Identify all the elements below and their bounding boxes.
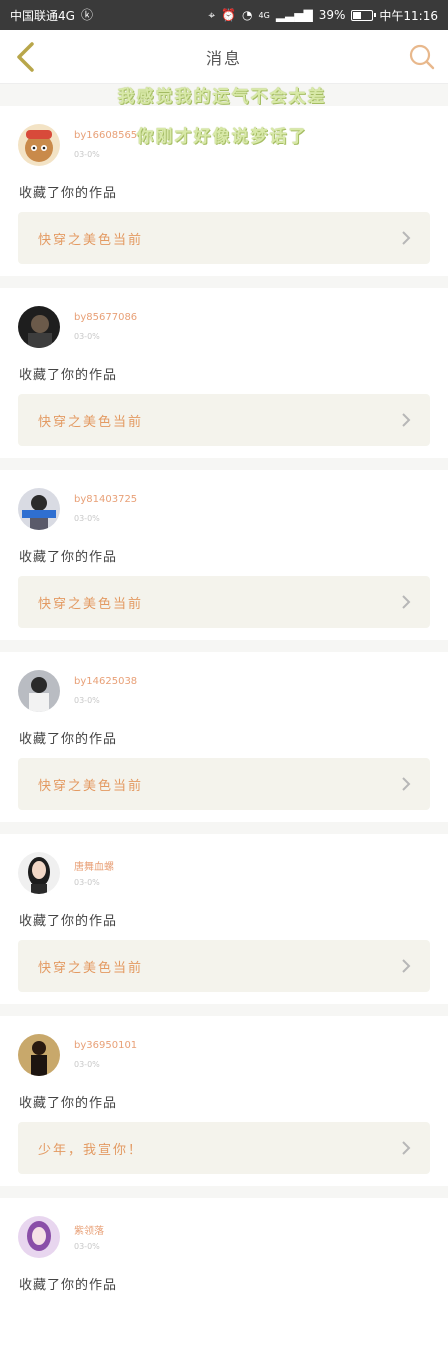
work-title: 快穿之美色当前 — [38, 232, 144, 248]
chevron-right-icon — [402, 1141, 411, 1155]
carrier-label: 中国联通4G — [10, 8, 75, 23]
work-link[interactable]: 少年，我宣你！ — [18, 1122, 430, 1174]
work-link[interactable]: 快穿之美色当前 — [18, 758, 430, 810]
work-link[interactable]: 快穿之美色当前 — [18, 576, 430, 628]
battery-percent: 39% — [318, 8, 346, 22]
search-button[interactable] — [408, 43, 436, 71]
alarm-icon: ⏰ — [221, 8, 237, 22]
avatar[interactable] — [18, 670, 60, 712]
battery-icon — [351, 9, 377, 21]
work-link[interactable]: 快穿之美色当前 — [18, 212, 430, 264]
timestamp: 03-0% — [74, 332, 100, 341]
overlay-caption-2: 你刚才好像说梦话了 — [136, 127, 308, 147]
timestamp: 03-0% — [74, 514, 100, 523]
chevron-right-icon — [402, 777, 411, 791]
avatar[interactable] — [18, 1216, 60, 1258]
username[interactable]: by36950101 — [74, 1040, 137, 1051]
username[interactable]: by85677086 — [74, 312, 137, 323]
carrier-k-icon: ⓚ — [80, 8, 93, 22]
username[interactable]: 唐舞血螺 — [74, 858, 114, 873]
page-title: 消息 — [205, 48, 242, 68]
action-text: 收藏了你的作品 — [19, 1096, 118, 1111]
avatar[interactable] — [18, 488, 60, 530]
work-title: 快穿之美色当前 — [38, 778, 144, 794]
timestamp: 03-0% — [74, 1242, 100, 1251]
work-title: 快穿之美色当前 — [38, 596, 144, 612]
chevron-right-icon — [402, 413, 411, 427]
back-chevron-icon — [17, 42, 34, 72]
timestamp: 03-0% — [74, 878, 100, 887]
username[interactable]: by81403725 — [74, 494, 137, 505]
action-text: 收藏了你的作品 — [19, 914, 118, 929]
work-title: 快穿之美色当前 — [38, 960, 144, 976]
username[interactable]: 紫领落 — [74, 1222, 104, 1237]
chevron-right-icon — [402, 231, 411, 245]
work-title: 快穿之美色当前 — [38, 414, 144, 430]
chevron-right-icon — [402, 959, 411, 973]
location-icon: ⌖ — [208, 8, 216, 22]
work-title: 少年，我宣你！ — [38, 1142, 144, 1158]
signal-icon: ▂▃▅▇ — [275, 8, 313, 22]
chevron-right-icon — [402, 595, 411, 609]
timestamp: 03-0% — [74, 150, 100, 159]
overlay-caption-1: 我感觉我的运气不会太差 — [117, 87, 327, 107]
message-card: 紫领落 03-0% 收藏了你的作品 — [0, 1198, 448, 1368]
avatar[interactable] — [18, 1034, 60, 1076]
search-icon — [409, 44, 435, 70]
username[interactable]: by14625038 — [74, 676, 137, 687]
clock: 中午11:16 — [379, 8, 438, 23]
back-button[interactable] — [10, 40, 40, 74]
network-badge: 4G — [258, 10, 270, 20]
action-text: 收藏了你的作品 — [19, 1278, 118, 1293]
top-nav-bar: 消息 — [0, 30, 448, 84]
avatar[interactable] — [18, 852, 60, 894]
message-card: 唐舞血螺 03-0% 收藏了你的作品 快穿之美色当前 — [0, 834, 448, 1004]
action-text: 收藏了你的作品 — [19, 186, 118, 201]
work-link[interactable]: 快穿之美色当前 — [18, 394, 430, 446]
status-bar: 中国联通4G ⓚ ⌖ ⏰ ◔ 4G ▂▃▅▇ 39% 中午11:16 — [0, 0, 448, 30]
timestamp: 03-0% — [74, 1060, 100, 1069]
action-text: 收藏了你的作品 — [19, 550, 118, 565]
work-link[interactable]: 快穿之美色当前 — [18, 940, 430, 992]
action-text: 收藏了你的作品 — [19, 732, 118, 747]
message-card: by85677086 03-0% 收藏了你的作品 快穿之美色当前 — [0, 288, 448, 458]
timestamp: 03-0% — [74, 696, 100, 705]
wifi-icon: ◔ — [242, 8, 253, 22]
message-card: by81403725 03-0% 收藏了你的作品 快穿之美色当前 — [0, 470, 448, 640]
action-text: 收藏了你的作品 — [19, 368, 118, 383]
message-card: by36950101 03-0% 收藏了你的作品 少年，我宣你！ — [0, 1016, 448, 1186]
avatar[interactable] — [18, 306, 60, 348]
message-list: by16608565 03-0% 收藏了你的作品 快穿之美色当前 by85677… — [0, 94, 448, 1368]
message-card: by14625038 03-0% 收藏了你的作品 快穿之美色当前 — [0, 652, 448, 822]
